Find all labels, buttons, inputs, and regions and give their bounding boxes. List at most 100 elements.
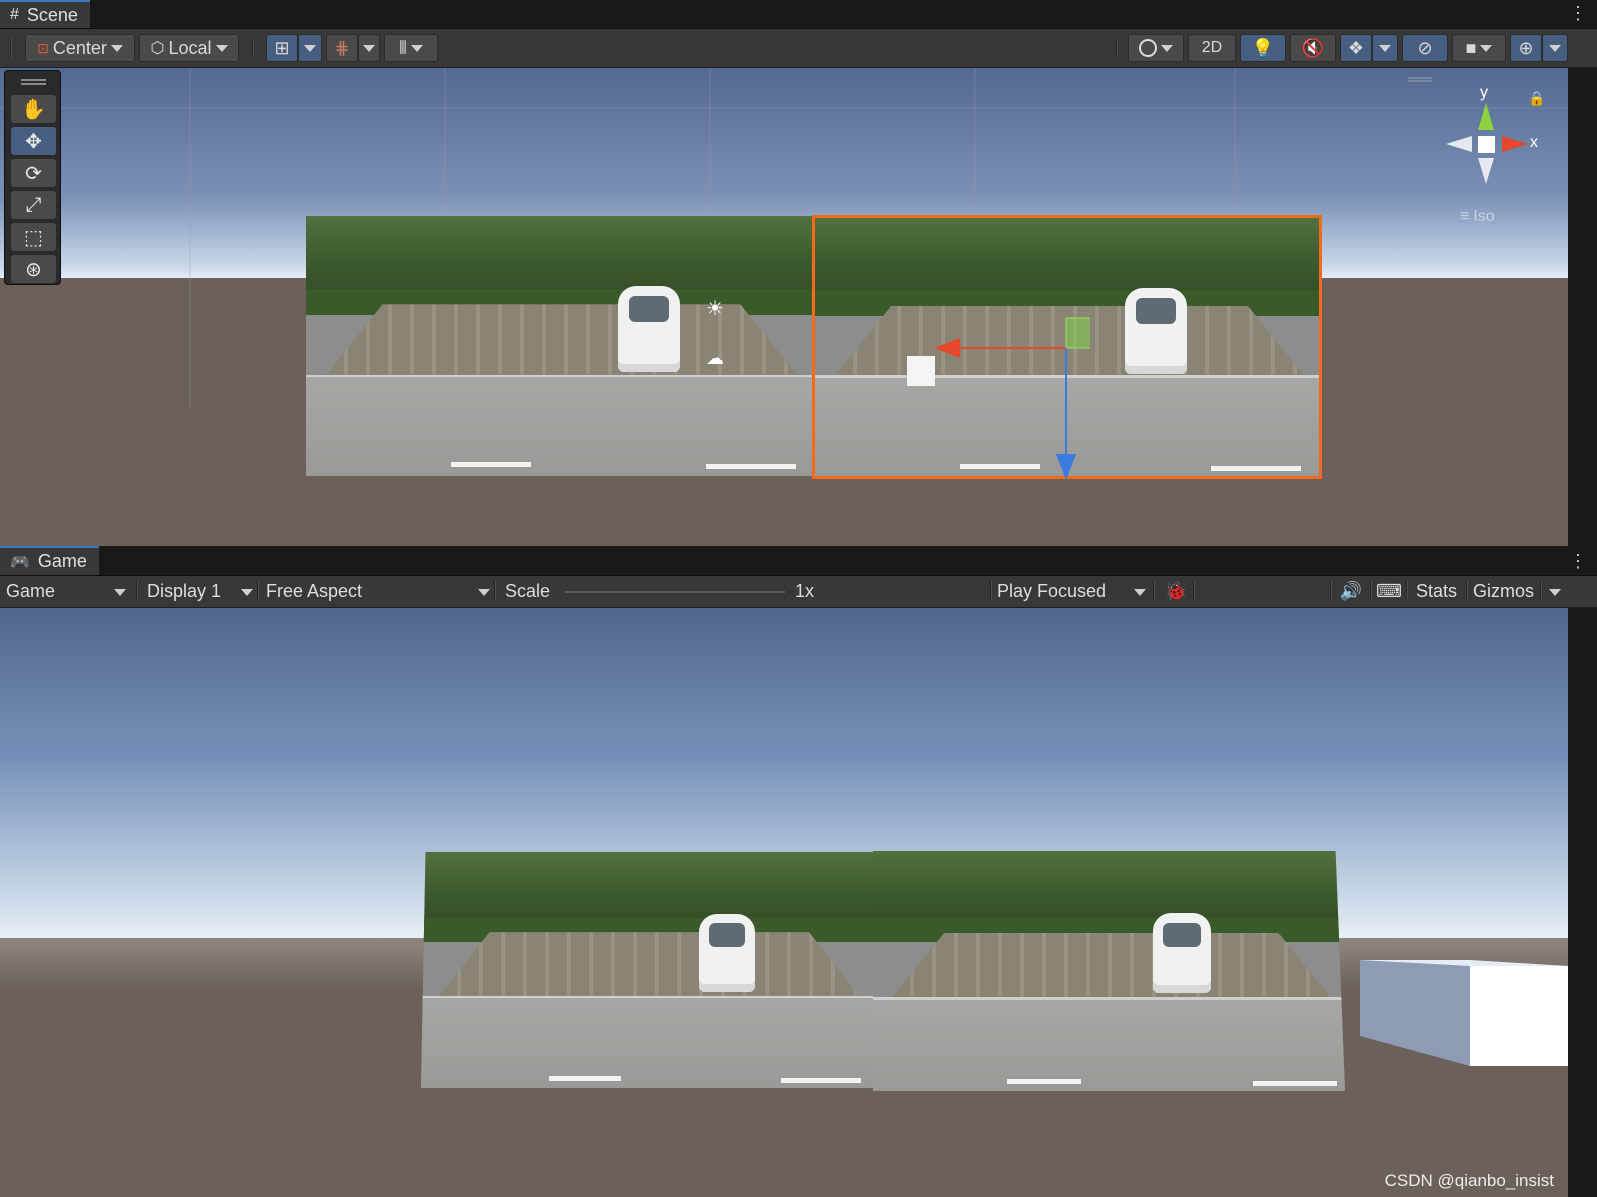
gizmos-button[interactable]: Gizmos bbox=[1467, 576, 1541, 607]
scale-slider[interactable] bbox=[565, 591, 785, 593]
effects-icon: ❖ bbox=[1347, 37, 1365, 58]
game-menu-icon[interactable]: ⋮ bbox=[1569, 552, 1587, 570]
chevron-down-icon bbox=[478, 589, 490, 596]
increment-snap-dropdown[interactable] bbox=[358, 34, 380, 62]
toolbar-separator bbox=[1406, 580, 1408, 602]
toolbar-separator bbox=[494, 580, 496, 602]
grid-visibility-button[interactable]: ⦀ bbox=[384, 34, 438, 62]
scene-tab-label: Scene bbox=[26, 4, 78, 25]
scale-value: 1x bbox=[789, 576, 849, 607]
game-quad-right bbox=[873, 851, 1345, 1091]
chevron-down-icon bbox=[215, 44, 228, 52]
toolbar-separator bbox=[1153, 580, 1155, 602]
pivot-icon: ⊡ bbox=[37, 39, 49, 56]
view-select[interactable]: Game bbox=[0, 576, 134, 607]
toolbar-separator bbox=[1193, 580, 1195, 602]
game-viewport[interactable]: CSDN @qianbo_insist bbox=[0, 608, 1568, 1197]
rotate-tool-button[interactable]: ⟳ bbox=[11, 159, 56, 187]
game-quad-left bbox=[421, 852, 873, 1088]
scale-tool-button[interactable]: ⤢ bbox=[11, 191, 56, 219]
effects-dropdown[interactable] bbox=[1372, 34, 1398, 62]
draw-mode-button[interactable] bbox=[1128, 34, 1184, 62]
light-icon: ☀ bbox=[706, 298, 724, 320]
toolbar-separator bbox=[252, 37, 254, 59]
road-marking bbox=[781, 1078, 861, 1083]
gizmo-y-label: y bbox=[1480, 84, 1488, 101]
road-marking bbox=[1007, 1079, 1081, 1084]
stats-label: Stats bbox=[1416, 581, 1458, 601]
lighting-toggle[interactable]: 💡 bbox=[1240, 34, 1286, 62]
orientation-gizmo[interactable] bbox=[1440, 98, 1540, 198]
road-marking bbox=[549, 1076, 621, 1081]
orientation-gizmo-grip[interactable] bbox=[1408, 77, 1432, 82]
palette-grip-icon[interactable] bbox=[21, 79, 46, 85]
gizmos-dropdown[interactable] bbox=[1542, 34, 1568, 62]
cube-icon: ⬡ bbox=[150, 40, 165, 57]
road-marking bbox=[1211, 466, 1301, 471]
shortcuts-button[interactable]: ⌨ bbox=[1372, 576, 1406, 607]
move-gizmo[interactable] bbox=[930, 308, 1090, 483]
aspect-select[interactable]: Free Aspect bbox=[260, 576, 496, 607]
gizmo-x-label: x bbox=[1530, 134, 1538, 151]
transform-icon: ⊛ bbox=[25, 258, 42, 281]
audio-toggle[interactable]: 🔇 bbox=[1290, 34, 1336, 62]
tab-scene[interactable]: # Scene bbox=[0, 0, 90, 28]
scene-quad-left[interactable]: ☀ ☁ bbox=[306, 216, 812, 476]
gizmos-toggle[interactable]: ⊕ bbox=[1510, 34, 1542, 62]
display-select[interactable]: Display 1 bbox=[141, 576, 259, 607]
parking-lot bbox=[891, 932, 1331, 998]
lightbulb-icon: 💡 bbox=[1251, 37, 1275, 58]
hidden-objects-toggle[interactable]: ⊘ bbox=[1402, 34, 1448, 62]
snap-icon: ⋕ bbox=[334, 37, 350, 58]
display-select-value: Display 1 bbox=[147, 581, 222, 601]
scene-tabbar: # Scene ⋮ bbox=[0, 0, 1597, 29]
play-mode-select[interactable]: Play Focused bbox=[991, 576, 1154, 607]
road bbox=[306, 377, 812, 476]
chevron-down-icon bbox=[304, 44, 316, 52]
aspect-select-value: Free Aspect bbox=[266, 581, 363, 601]
gizmos-label: Gizmos bbox=[1473, 581, 1535, 601]
hand-tool-button[interactable]: ✋ bbox=[11, 95, 56, 123]
chevron-down-icon bbox=[410, 44, 423, 52]
chevron-down-icon bbox=[1161, 44, 1173, 52]
mute-audio-button[interactable]: 🔊 bbox=[1333, 576, 1369, 607]
view-select-value: Game bbox=[6, 581, 56, 601]
grid-snap-button[interactable]: ⊞ bbox=[266, 34, 298, 62]
pivot-center-button[interactable]: ⊡ Center bbox=[25, 34, 135, 62]
grid-icon: # bbox=[10, 6, 19, 23]
frame-debugger-button[interactable]: 🐞 bbox=[1158, 576, 1194, 607]
neg-x-axis-cone bbox=[1446, 136, 1472, 152]
tab-game[interactable]: 🎮 Game bbox=[0, 546, 99, 575]
projection-toggle[interactable]: ≡ Iso bbox=[1460, 208, 1495, 226]
shading-sphere-icon bbox=[1139, 39, 1157, 57]
scene-camera-button[interactable]: ■ bbox=[1452, 34, 1506, 62]
gizmos-dropdown[interactable] bbox=[1542, 576, 1568, 607]
2d-mode-button[interactable]: 2D bbox=[1188, 34, 1236, 62]
watermark: CSDN @qianbo_insist bbox=[1384, 1171, 1554, 1190]
move-tool-button[interactable]: ✥ bbox=[11, 127, 56, 155]
effects-toggle[interactable]: ❖ bbox=[1340, 34, 1372, 62]
increment-snap-button[interactable]: ⋕ bbox=[326, 34, 358, 62]
move-plane-handle bbox=[1065, 317, 1090, 349]
rect-tool-button[interactable]: ⬚ bbox=[11, 223, 56, 251]
grid-snap-dropdown[interactable] bbox=[298, 34, 322, 62]
keyboard-icon: ⌨ bbox=[1376, 581, 1402, 601]
menu-lines-icon: ≡ bbox=[1460, 208, 1470, 225]
gizmo-center-cube bbox=[1478, 136, 1495, 153]
x-axis-cone bbox=[1502, 136, 1528, 152]
road-marking bbox=[451, 462, 531, 467]
white-car bbox=[699, 914, 755, 992]
transform-tool-button[interactable]: ⊛ bbox=[11, 255, 56, 283]
z-axis-arrow-icon bbox=[1056, 454, 1076, 480]
tool-palette: ✋ ✥ ⟳ ⤢ ⬚ ⊛ bbox=[4, 70, 61, 285]
road-marking bbox=[706, 464, 796, 469]
white-car bbox=[1153, 913, 1211, 993]
stats-button[interactable]: Stats bbox=[1410, 576, 1468, 607]
scene-viewport[interactable]: ☀ ☁ ✋ ✥ ⟳ ⤢ ⬚ ⊛ 🔒 y x ≡ Iso bbox=[0, 68, 1568, 546]
toolbar-separator bbox=[1116, 37, 1118, 59]
pivot-local-button[interactable]: ⬡ Local bbox=[139, 34, 239, 62]
camera-gizmo-icon: ☁ bbox=[706, 348, 724, 368]
chevron-down-icon bbox=[1480, 44, 1493, 52]
scene-menu-icon[interactable]: ⋮ bbox=[1569, 4, 1587, 22]
chevron-down-icon bbox=[1379, 44, 1391, 52]
